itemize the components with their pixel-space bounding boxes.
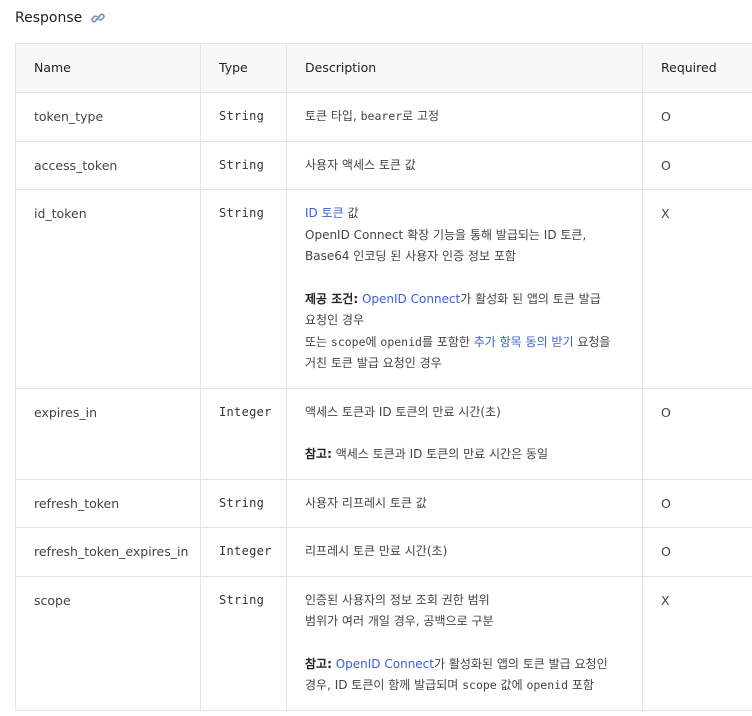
cell-name: access_token [15,140,201,190]
cell-description: 사용자 리프레시 토큰 값 [286,478,643,528]
desc-text: 에 [365,334,381,349]
table-row: expires_in Integer 액세스 토큰과 ID 토큰의 만료 시간(… [15,387,752,480]
desc-line: 참고: OpenID Connect가 활성화된 앱의 토큰 발급 요청인 [305,654,632,676]
desc-line: 또는 scope에 openid를 포함한 추가 항목 동의 받기 요청을 [305,332,632,354]
openid-connect-link[interactable]: OpenID Connect [362,292,460,306]
cell-description: 토큰 타입, bearer로 고정 [286,92,643,142]
response-table: Name Type Description Required token_typ… [15,43,752,711]
table-row: refresh_token String 사용자 리프레시 토큰 값 O [15,478,752,528]
desc-text: 토큰 타입, [305,109,361,123]
cell-required: O [642,478,752,528]
cell-description: 액세스 토큰과 ID 토큰의 만료 시간(초) 참고: 액세스 토큰과 ID 토… [286,387,643,480]
desc-line: 인증된 사용자의 정보 조회 권한 범위 [305,592,490,607]
desc-text: 사용자 리프레시 토큰 값 [305,495,427,510]
desc-code: scope [330,334,366,349]
section-title: Response [15,10,83,26]
cell-name: scope [15,575,201,711]
column-header-type: Type [200,43,287,93]
desc-line: 제공 조건: OpenID Connect가 활성화 된 앱의 토큰 발급 [305,289,632,311]
cell-required: O [642,387,752,480]
cell-description: 사용자 액세스 토큰 값 [286,140,643,190]
cell-required: O [642,92,752,142]
table-row: access_token String 사용자 액세스 토큰 값 O [15,140,752,190]
cell-description: ID 토큰 값 OpenID Connect 확장 기능을 통해 발급되는 ID… [286,189,643,389]
desc-line: ID 토큰 값 [305,203,632,225]
column-header-required: Required [642,43,752,93]
desc-code: bearer [360,109,403,123]
desc-text: 값 [343,206,359,220]
desc-line: 거친 토큰 발급 요청인 경우 [305,356,442,370]
desc-spacer [305,268,632,289]
cell-type: Integer [200,527,287,577]
id-token-link[interactable]: ID 토큰 [305,206,344,220]
desc-spacer [305,423,632,444]
cell-description: 인증된 사용자의 정보 조회 권한 범위 범위가 여러 개일 경우, 공백으로 … [286,575,643,711]
openid-connect-link[interactable]: OpenID Connect [336,657,434,671]
desc-line: 범위가 여러 개일 경우, 공백으로 구분 [305,614,494,628]
desc-text: 액세스 토큰과 ID 토큰의 만료 시간은 동일 [331,447,549,461]
cell-name: refresh_token [15,478,201,528]
additional-consent-link[interactable]: 추가 항목 동의 받기 [474,335,574,349]
desc-text: 경우, ID 토큰이 함께 발급되며 [305,678,463,692]
cell-name: token_type [15,92,201,142]
cell-name: refresh_token_expires_in [15,527,201,577]
table-row: token_type String 토큰 타입, bearer로 고정 O [15,92,752,142]
cell-description: 리프레시 토큰 만료 시간(초) [286,527,643,577]
column-header-name: Name [15,43,201,93]
cell-name: expires_in [15,387,201,480]
note-label: 참고: [305,656,332,671]
desc-line: 액세스 토큰과 ID 토큰의 만료 시간(초) [305,404,501,419]
desc-text: 요청을 [573,334,611,349]
desc-text: 가 활성화 된 앱의 토큰 발급 [460,291,601,306]
condition-label: 제공 조건: [305,291,359,306]
table-row: id_token String ID 토큰 값 OpenID Connect 확… [15,189,752,389]
cell-type: Integer [200,387,287,480]
desc-spacer [305,633,632,654]
desc-text: 사용자 액세스 토큰 값 [305,157,416,172]
desc-line: 참고: 액세스 토큰과 ID 토큰의 만료 시간은 동일 [305,444,632,466]
cell-type: String [200,189,287,389]
desc-line: 요청인 경우 [305,313,365,327]
desc-line: 경우, ID 토큰이 함께 발급되며 scope 값에 openid 포함 [305,675,632,697]
cell-type: String [200,478,287,528]
cell-type: String [200,140,287,190]
desc-code: scope [462,678,497,692]
cell-required: O [642,140,752,190]
desc-code: openid [380,334,422,349]
desc-text: 가 활성화된 앱의 토큰 발급 요청인 [433,656,608,671]
table-row: refresh_token_expires_in Integer 리프레시 토큰… [15,527,752,577]
link-icon[interactable] [90,10,106,26]
section-heading: Response [15,8,106,28]
cell-required: X [642,575,752,711]
desc-text: 를 포함한 [421,334,474,349]
desc-line: Base64 인코딩 된 사용자 인증 정보 포함 [305,249,516,263]
desc-text: 로 고정 [402,109,440,123]
column-header-description: Description [286,43,643,93]
desc-text: 값에 [496,678,527,692]
desc-code: openid [526,678,568,692]
cell-type: String [200,575,287,711]
cell-name: id_token [15,189,201,389]
desc-text: 또는 [305,334,331,349]
cell-required: O [642,527,752,577]
desc-text: 포함 [568,678,594,692]
response-table-wrapper: Name Type Description Required token_typ… [15,43,752,711]
cell-required: X [642,189,752,389]
note-label: 참고: [305,447,332,461]
desc-text: 리프레시 토큰 만료 시간(초) [305,544,448,558]
table-row: scope String 인증된 사용자의 정보 조회 권한 범위 범위가 여러… [15,575,752,711]
table-header-row: Name Type Description Required [15,43,752,93]
cell-type: String [200,92,287,142]
desc-line: OpenID Connect 확장 기능을 통해 발급되는 ID 토큰, [305,227,587,242]
